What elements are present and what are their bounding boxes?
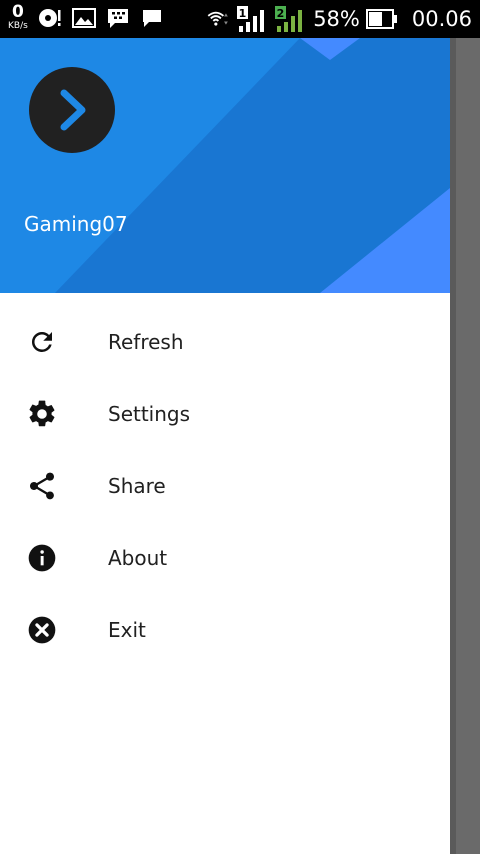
sim2-label: 2 (277, 7, 285, 20)
username: Gaming07 (24, 212, 128, 236)
sim1-label: 1 (239, 7, 247, 20)
close-circle-icon (26, 614, 58, 646)
menu-item-share[interactable]: Share (0, 450, 450, 522)
scrim[interactable] (450, 38, 456, 854)
share-icon (26, 470, 58, 502)
drawer-header: Gaming07 (0, 38, 450, 293)
signal-sim1-icon: 1 (237, 6, 269, 32)
info-icon (26, 542, 58, 574)
network-speed: 0 KB/s (8, 4, 28, 31)
menu-item-label: Settings (108, 402, 191, 426)
menu-item-label: Exit (108, 618, 146, 642)
menu-item-refresh[interactable]: Refresh (0, 306, 450, 378)
network-speed-value: 0 (11, 2, 24, 22)
navigation-drawer: Gaming07 Refresh Settings Share About Ex… (0, 38, 450, 854)
avatar[interactable] (29, 67, 115, 153)
menu-item-label: About (108, 546, 168, 570)
signal-sim2-icon: 2 (275, 6, 307, 32)
menu-item-exit[interactable]: Exit (0, 594, 450, 666)
battery-percent: 58% (313, 7, 360, 31)
battery-icon (365, 7, 398, 31)
menu-item-about[interactable]: About (0, 522, 450, 594)
menu-item-label: Share (108, 474, 166, 498)
refresh-icon (26, 326, 58, 358)
menu-item-settings[interactable]: Settings (0, 378, 450, 450)
status-bar: 0 KB/s 1 2 58% 00.06 (0, 0, 480, 38)
clock: 00.06 (411, 7, 472, 31)
wifi-icon (207, 7, 231, 31)
disc-alert-icon (38, 6, 62, 30)
gear-icon (26, 398, 58, 430)
menu-item-label: Refresh (108, 330, 184, 354)
network-speed-unit: KB/s (8, 21, 28, 31)
gallery-icon (71, 6, 96, 30)
message-icon (140, 6, 164, 30)
drawer-menu: Refresh Settings Share About Exit (0, 306, 450, 666)
chevron-right-icon (60, 89, 86, 131)
bbm-icon (106, 6, 130, 30)
